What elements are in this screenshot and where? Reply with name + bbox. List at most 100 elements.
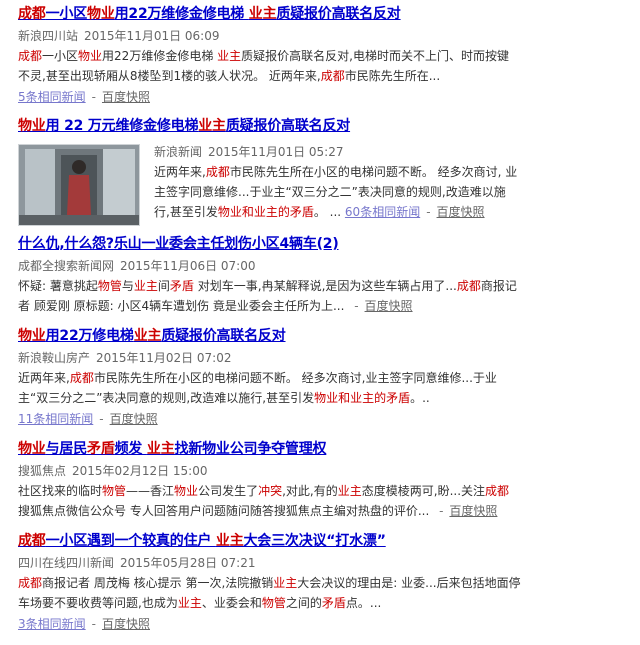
- result-snippet: 成都一小区物业用22万维修金修电梯 业主质疑报价高联名反对,电梯时而关不上门、时…: [18, 46, 618, 86]
- highlight-keyword: 物管: [97, 279, 122, 293]
- snapshot-link[interactable]: 百度快照: [437, 205, 485, 219]
- text-segment: 商报记: [480, 279, 517, 293]
- text-segment: 社区找来的临时: [18, 484, 103, 498]
- result-date: 2015年11月01日 06:09: [84, 29, 220, 43]
- highlight-keyword: 业主: [146, 441, 175, 457]
- text-segment: 与: [121, 279, 134, 293]
- result-date: 2015年11月02日 07:02: [96, 351, 232, 365]
- text-segment: 主“双三分之二”表决同意的规则,改造难以施行,甚至引发: [18, 391, 315, 405]
- related-news-link[interactable]: 3条相同新闻: [18, 617, 86, 631]
- text-segment: 一小区: [42, 49, 79, 63]
- search-result: 成都一小区遇到一个较真的住户 业主大会三次决议“打水漂” 四川在线四川新闻 201…: [18, 531, 618, 634]
- result-title-link[interactable]: 物业与居民矛盾频发 业主找新物业公司争夺管理权: [18, 439, 618, 459]
- highlight-keyword: 矛盾: [87, 441, 115, 457]
- text-segment: 点。...: [345, 596, 382, 610]
- text-segment: 近两年来,: [154, 165, 206, 179]
- snippet-line: 不灵,甚至出现轿厢从8楼坠到1楼的骇人状况。 近两年来,成都市民陈先生所在...: [18, 66, 618, 86]
- highlight-keyword: 物管: [261, 596, 286, 610]
- highlight-keyword: 矛盾: [169, 279, 194, 293]
- result-source: 新浪四川站: [18, 29, 79, 43]
- text-segment: 态度模棱两可,盼...关注: [361, 484, 486, 498]
- text-segment: 搜狐焦点微信公众号 专人回答用户问题随问随答搜狐焦点主编对热盘的评价...: [18, 504, 434, 518]
- snapshot-link[interactable]: 百度快照: [102, 617, 150, 631]
- text-segment: 用22万维修金修电梯: [102, 49, 218, 63]
- text-segment: 质疑报价高联名反对: [225, 118, 351, 134]
- snippet-line: 社区找来的临时物管——香江物业公司发生了冲突,对此,有的业主态度模棱两可,盼..…: [18, 481, 618, 501]
- text-segment: 一小区: [45, 6, 88, 22]
- result-source: 成都全搜索新闻网: [18, 259, 115, 273]
- highlight-keyword: 成都: [205, 165, 230, 179]
- text-segment: 市民陈先生所在小区的电梯问题不断。 经多次商讨,业主签字同意维修...于业: [93, 371, 497, 385]
- text-segment: 质疑报价高联名反对: [276, 6, 401, 22]
- snapshot-link[interactable]: 百度快照: [110, 412, 158, 426]
- link-separator: -: [426, 205, 431, 219]
- result-date: 2015年02月12日 15:00: [72, 464, 208, 478]
- result-title-link[interactable]: 物业用22万修电梯业主质疑报价高联名反对: [18, 326, 618, 346]
- snippet-line: 近两年来,成都市民陈先生所在小区的电梯问题不断。 经多次商讨,业主签字同意维修.…: [18, 368, 618, 388]
- result-links: 5条相同新闻 - 百度快照: [18, 90, 150, 104]
- search-result: 什么仇,什么怨?乐山一业委会主任划伤小区4辆车(2) 成都全搜索新闻网 2015年…: [18, 234, 618, 316]
- result-title-link[interactable]: 物业用 22 万元维修金修电梯业主质疑报价高联名反对: [18, 116, 618, 136]
- text-segment: 不灵,甚至出现轿厢从8楼坠到1楼的骇人状况。 近两年来,: [18, 69, 321, 83]
- highlight-keyword: 成都: [485, 484, 510, 498]
- snippet-line: 行,甚至引发物业和业主的矛盾。 ... 60条相同新闻 - 百度快照: [154, 202, 624, 222]
- result-source: 新浪新闻: [154, 145, 203, 159]
- snippet-line: 者 顾爱刚 原标题: 小区4辆车遭划伤 竟是业委会主任所为上... - 百度快照: [18, 296, 618, 316]
- text-segment: 车场要不要收费等问题,也成为: [18, 596, 178, 610]
- snippet-line: 成都一小区物业用22万维修金修电梯 业主质疑报价高联名反对,电梯时而关不上门、时…: [18, 46, 618, 66]
- snippet-line: 成都商报记者 周茂梅 核心提示 第一次,法院撤销业主大会决议的理由是: 业委..…: [18, 573, 618, 593]
- search-result: 成都一小区物业用22万维修金修电梯 业主质疑报价高联名反对 新浪四川站 2015年…: [18, 4, 618, 107]
- highlight-keyword: 物业: [18, 118, 46, 134]
- related-news-link[interactable]: 60条相同新闻: [345, 205, 420, 219]
- highlight-keyword: 成都: [18, 6, 46, 22]
- result-title-link[interactable]: 成都一小区物业用22万维修金修电梯 业主质疑报价高联名反对: [18, 4, 618, 24]
- text-segment: 一小区遇到一个较真的住户: [45, 533, 216, 549]
- result-title-link[interactable]: 成都一小区遇到一个较真的住户 业主大会三次决议“打水漂”: [18, 531, 618, 551]
- snippet-line: 车场要不要收费等问题,也成为业主、业委会和物管之间的矛盾点。...: [18, 593, 618, 613]
- highlight-keyword: 业主: [273, 576, 298, 590]
- text-segment: 质疑报价高联名反对: [161, 328, 286, 344]
- result-title-link[interactable]: 什么仇,什么怨?乐山一业委会主任划伤小区4辆车(2): [18, 234, 618, 254]
- text-segment: 与居民: [45, 441, 88, 457]
- result-meta: 新浪新闻 2015年11月01日 05:27: [154, 143, 624, 161]
- link-separator: -: [439, 504, 444, 518]
- text-segment: ——香江: [126, 484, 175, 498]
- highlight-keyword: 矛盾: [321, 596, 346, 610]
- highlight-keyword: 业主: [133, 328, 162, 344]
- highlight-keyword: 物业: [18, 441, 46, 457]
- highlight-keyword: 物业: [174, 484, 199, 498]
- highlight-keyword: 业主: [337, 484, 362, 498]
- highlight-keyword: 成都: [69, 371, 94, 385]
- text-segment: 。..: [410, 391, 430, 405]
- result-thumbnail[interactable]: [18, 144, 140, 226]
- result-meta: 成都全搜索新闻网 2015年11月06日 07:00: [18, 257, 618, 275]
- text-segment: 、业委会和: [201, 596, 262, 610]
- result-links: 3条相同新闻 - 百度快照: [18, 617, 150, 631]
- text-segment: 行,甚至引发: [154, 205, 218, 219]
- snippet-line: 主签字同意维修...于业主“双三分之二”表决同意的规则,改造难以施: [154, 182, 624, 202]
- highlight-keyword: 成都: [18, 576, 43, 590]
- text-segment: 怀疑: 薯意挑起: [18, 279, 98, 293]
- result-date: 2015年05月28日 07:21: [120, 556, 256, 570]
- text-segment: ,对此,有的: [282, 484, 338, 498]
- text-segment: 找新物业公司争夺管理权: [174, 441, 327, 457]
- result-meta: 四川在线四川新闻 2015年05月28日 07:21: [18, 554, 618, 572]
- related-news-link[interactable]: 11条相同新闻: [18, 412, 93, 426]
- highlight-keyword: 成都: [320, 69, 345, 83]
- highlight-keyword: 业主: [133, 279, 158, 293]
- highlight-keyword: 业主: [217, 49, 242, 63]
- related-news-link[interactable]: 5条相同新闻: [18, 90, 86, 104]
- text-segment: 用 22 万元维修金修电梯: [45, 118, 199, 134]
- search-results: 成都一小区物业用22万维修金修电梯 业主质疑报价高联名反对 新浪四川站 2015年…: [0, 0, 640, 645]
- result-meta: 新浪四川站 2015年11月01日 06:09: [18, 27, 618, 45]
- snapshot-link[interactable]: 百度快照: [449, 504, 497, 518]
- result-snippet: 成都商报记者 周茂梅 核心提示 第一次,法院撤销业主大会决议的理由是: 业委..…: [18, 573, 618, 613]
- text-segment: 主签字同意维修...于业主“双三分之二”表决同意的规则,改造难以施: [154, 185, 506, 199]
- snapshot-link[interactable]: 百度快照: [365, 299, 413, 313]
- snapshot-link[interactable]: 百度快照: [102, 90, 150, 104]
- text-segment: 近两年来,: [18, 371, 70, 385]
- text-segment: 之间的: [285, 596, 322, 610]
- result-date: 2015年11月06日 07:00: [120, 259, 256, 273]
- text-segment: 间: [157, 279, 170, 293]
- result-links: 11条相同新闻 - 百度快照: [18, 412, 158, 426]
